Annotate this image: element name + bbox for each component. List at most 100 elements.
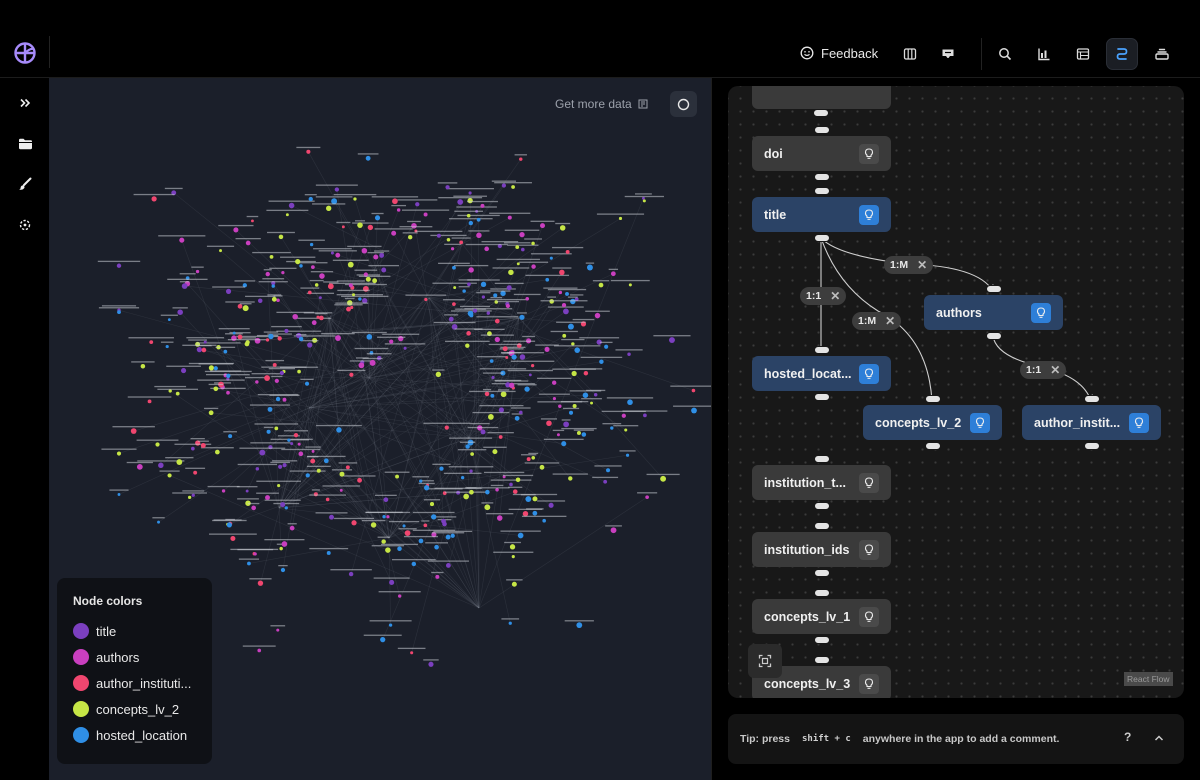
legend-color-dot [73, 727, 89, 743]
react-flow-attribution[interactable]: React Flow [1124, 672, 1173, 686]
graph-canvas[interactable]: Get more data Node colors title authors au… [49, 78, 711, 780]
schema-node-title[interactable]: title [752, 197, 891, 232]
chevron-up-icon[interactable] [1152, 731, 1166, 745]
help-button[interactable]: ? [1124, 730, 1131, 744]
lightbulb-icon[interactable] [859, 673, 879, 694]
node-handle[interactable] [813, 455, 830, 463]
edge-cardinality: 1:1 [806, 290, 822, 302]
node-handle[interactable] [813, 109, 829, 117]
feedback-button[interactable]: Feedback [790, 38, 888, 68]
schema-node-label: institution_t... [764, 475, 846, 490]
schema-button[interactable] [1106, 38, 1138, 70]
schema-node-label: concepts_lv_1 [764, 609, 851, 624]
node-handle[interactable] [924, 395, 941, 403]
schema-node-label: title [764, 207, 787, 222]
schema-node-label: concepts_lv_2 [875, 415, 962, 430]
node-handle[interactable] [985, 285, 1002, 293]
target-button[interactable] [12, 212, 38, 238]
edge-cardinality: 1:M [858, 315, 877, 327]
bar-chart-icon [1038, 48, 1050, 61]
schema-node-partial[interactable] [752, 86, 891, 109]
brush-icon [19, 177, 32, 190]
table-button[interactable] [1067, 38, 1099, 70]
expand-button[interactable] [12, 90, 38, 116]
remove-edge-icon[interactable]: ✕ [885, 314, 895, 328]
get-more-data-button[interactable]: Get more data [555, 95, 648, 113]
lightbulb-icon[interactable] [1031, 302, 1051, 323]
lightbulb-icon[interactable] [859, 472, 879, 493]
lightbulb-icon[interactable] [859, 143, 879, 164]
schema-flow-canvas[interactable]: doi title authors hosted_locat... concepts_l… [728, 86, 1184, 698]
search-button[interactable] [989, 38, 1021, 70]
node-handle[interactable] [813, 656, 830, 664]
node-handle[interactable] [1083, 442, 1100, 450]
columns-button[interactable] [894, 38, 926, 70]
schema-node-concepts-lv-2[interactable]: concepts_lv_2 [863, 405, 1002, 440]
edge-label[interactable]: 1:1 ✕ [800, 287, 847, 305]
node-handle[interactable] [813, 173, 830, 181]
search-icon [999, 48, 1012, 61]
lightbulb-icon[interactable] [859, 363, 879, 384]
node-handle[interactable] [813, 187, 830, 195]
brush-button[interactable] [12, 171, 38, 197]
stack-button[interactable] [1146, 38, 1178, 70]
remove-edge-icon[interactable]: ✕ [1050, 363, 1060, 377]
node-handle[interactable] [813, 346, 830, 354]
folder-button[interactable] [12, 131, 38, 157]
legend-title: Node colors [73, 594, 143, 608]
node-handle[interactable] [813, 502, 830, 510]
node-handle[interactable] [813, 234, 830, 242]
schema-node-concepts-lv-1[interactable]: concepts_lv_1 [752, 599, 891, 634]
legend-item: title [73, 618, 196, 644]
fit-view-button[interactable] [748, 644, 782, 678]
tip-suffix: anywhere in the app to add a comment. [862, 733, 1060, 745]
circle-icon [677, 98, 690, 110]
edge-label[interactable]: 1:M ✕ [884, 256, 934, 274]
fit-view-icon [758, 654, 772, 668]
tip-shortcut-keys: shift + c [802, 734, 851, 744]
chevrons-right-icon [20, 98, 31, 108]
divider [49, 36, 50, 68]
legend-item: hosted_location [73, 722, 196, 748]
remove-edge-icon[interactable]: ✕ [830, 289, 840, 303]
node-handle[interactable] [813, 569, 830, 577]
node-handle[interactable] [813, 393, 830, 401]
node-handle[interactable] [924, 442, 941, 450]
node-handle[interactable] [985, 332, 1002, 340]
node-handle[interactable] [813, 126, 830, 134]
chart-button[interactable] [1028, 38, 1060, 70]
schema-node-institution-types[interactable]: institution_t... [752, 465, 891, 500]
lightbulb-icon[interactable] [859, 606, 879, 627]
legend-item: author_instituti... [73, 670, 196, 696]
node-handle[interactable] [813, 636, 830, 644]
schema-node-institution-ids[interactable]: institution_ids [752, 532, 891, 567]
schema-node-author-institutions[interactable]: author_instit... [1022, 405, 1161, 440]
remove-edge-icon[interactable]: ✕ [917, 258, 927, 272]
edge-label[interactable]: 1:1 ✕ [1020, 361, 1067, 379]
edge-label[interactable]: 1:M ✕ [852, 312, 902, 330]
legend-label: author_instituti... [96, 675, 192, 691]
lightbulb-icon[interactable] [1129, 412, 1149, 433]
node-handle[interactable] [1083, 395, 1100, 403]
schema-node-label: doi [764, 146, 783, 161]
feedback-label: Feedback [821, 45, 879, 61]
node-handle[interactable] [813, 589, 830, 597]
schema-node-doi[interactable]: doi [752, 136, 891, 171]
legend-label: hosted_location [96, 727, 188, 743]
panel-divider[interactable] [711, 78, 712, 780]
node-handle[interactable] [813, 522, 830, 530]
edge-cardinality: 1:M [890, 259, 909, 271]
table-icon [1076, 48, 1090, 60]
lightbulb-icon[interactable] [859, 539, 879, 560]
schema-node-authors[interactable]: authors [924, 295, 1063, 330]
legend-label: concepts_lv_2 [96, 701, 180, 717]
schema-node-hosted-location[interactable]: hosted_locat... [752, 356, 891, 391]
lightbulb-icon[interactable] [970, 412, 990, 433]
top-bar: Feedback [0, 0, 1200, 78]
schema-node-label: concepts_lv_3 [764, 676, 851, 691]
legend-item: concepts_lv_2 [73, 696, 196, 722]
inbox-button[interactable] [932, 38, 964, 70]
lightbulb-icon[interactable] [859, 204, 879, 225]
logo-icon[interactable] [12, 40, 38, 66]
graph-control-button[interactable] [670, 91, 697, 117]
